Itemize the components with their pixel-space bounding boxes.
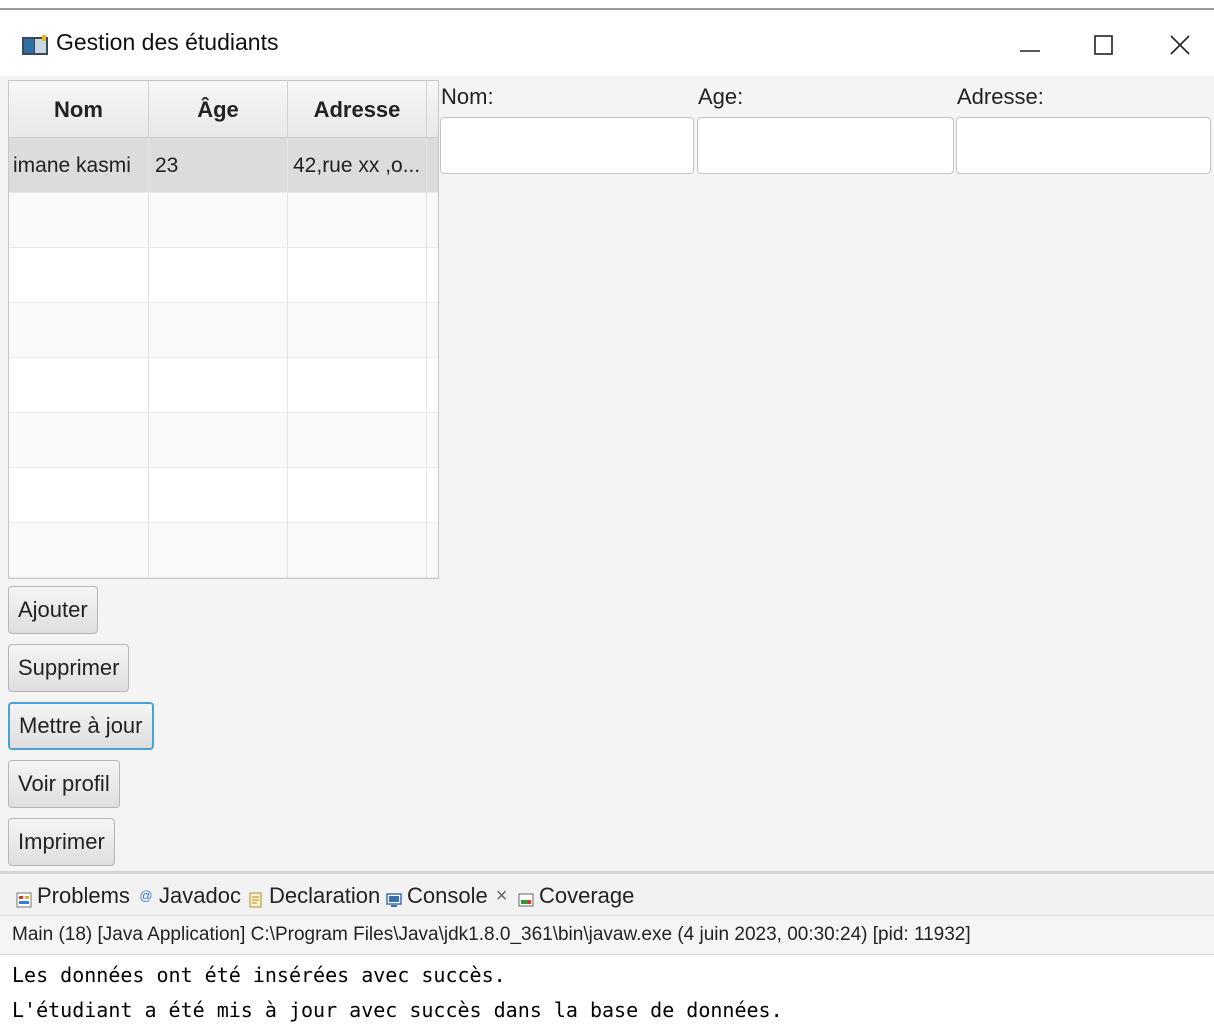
cell-empty bbox=[288, 248, 427, 303]
voir-profil-button[interactable]: Voir profil bbox=[8, 760, 120, 808]
table-row-empty bbox=[9, 523, 438, 578]
console-line: L'étudiant a été mis à jour avec succès … bbox=[12, 998, 783, 1022]
tab-problems[interactable]: Problems bbox=[16, 880, 130, 912]
table-row-empty bbox=[9, 413, 438, 468]
tab-coverage[interactable]: Coverage bbox=[518, 880, 634, 912]
cell-empty bbox=[149, 193, 288, 248]
window-titlebar: Gestion des étudiants bbox=[0, 12, 1214, 76]
cell-empty bbox=[9, 523, 149, 578]
mettre-a-jour-button[interactable]: Mettre à jour bbox=[8, 702, 154, 750]
tab-label: Problems bbox=[37, 883, 130, 908]
window-title: Gestion des étudiants bbox=[56, 29, 279, 55]
console-icon bbox=[386, 888, 402, 907]
tab-javadoc[interactable]: @ Javadoc bbox=[138, 880, 241, 912]
column-header-nom[interactable]: Nom bbox=[9, 81, 149, 138]
cell-empty bbox=[288, 193, 427, 248]
cell-empty bbox=[288, 413, 427, 468]
console-line: Les données ont été insérées avec succès… bbox=[12, 963, 506, 987]
declaration-icon bbox=[248, 888, 264, 908]
cell-empty bbox=[9, 468, 149, 523]
cell-empty bbox=[288, 303, 427, 358]
cell-adresse: 42,rue xx ,o... bbox=[288, 138, 427, 193]
tab-declaration[interactable]: Declaration bbox=[248, 880, 380, 912]
cell-nom: imane kasmi bbox=[9, 138, 149, 193]
cell-empty bbox=[9, 413, 149, 468]
column-header-filler bbox=[427, 81, 438, 138]
supprimer-button[interactable]: Supprimer bbox=[8, 644, 130, 692]
cell-empty bbox=[9, 303, 149, 358]
table-row-empty bbox=[9, 358, 438, 413]
ajouter-button[interactable]: Ajouter bbox=[8, 586, 98, 634]
nom-label: Nom: bbox=[441, 84, 494, 109]
console-output[interactable]: Les données ont été insérées avec succès… bbox=[0, 955, 1214, 1034]
minimize-button[interactable] bbox=[1007, 22, 1053, 68]
cell-empty bbox=[288, 523, 427, 578]
imprimer-button[interactable]: Imprimer bbox=[8, 818, 115, 866]
table-header: Nom Âge Adresse bbox=[9, 81, 438, 138]
top-border bbox=[0, 8, 1214, 10]
problems-icon bbox=[16, 888, 32, 908]
cell-empty bbox=[149, 248, 288, 303]
tab-label: Javadoc bbox=[159, 883, 241, 908]
cell-empty bbox=[149, 303, 288, 358]
age-label: Age: bbox=[698, 84, 744, 109]
maximize-icon bbox=[1094, 35, 1113, 55]
age-input[interactable] bbox=[697, 117, 954, 174]
adresse-label: Adresse: bbox=[957, 84, 1044, 109]
column-header-adresse[interactable]: Adresse bbox=[288, 81, 427, 138]
adresse-input[interactable] bbox=[956, 117, 1211, 174]
cell-filler bbox=[427, 138, 438, 193]
table-row-empty bbox=[9, 248, 438, 303]
table-row[interactable]: imane kasmi 23 42,rue xx ,o... bbox=[9, 138, 438, 193]
table-row-empty bbox=[9, 193, 438, 248]
cell-empty bbox=[9, 358, 149, 413]
close-tab-icon[interactable]: × bbox=[496, 885, 508, 908]
cell-empty bbox=[9, 248, 149, 303]
cell-empty bbox=[149, 468, 288, 523]
cell-empty bbox=[9, 193, 149, 248]
cell-empty bbox=[149, 358, 288, 413]
eclipse-view-tabs: Problems @ Javadoc Declaration Console ×… bbox=[0, 871, 1214, 915]
cell-empty bbox=[288, 358, 427, 413]
cell-age: 23 bbox=[149, 138, 288, 193]
table-row-empty bbox=[9, 303, 438, 358]
cell-empty bbox=[149, 413, 288, 468]
cell-empty bbox=[288, 468, 427, 523]
tab-label: Console bbox=[407, 883, 488, 908]
main-content: Nom Âge Adresse imane kasmi 23 42,rue xx… bbox=[0, 76, 1214, 871]
tab-label: Coverage bbox=[539, 883, 635, 908]
cell-empty bbox=[149, 523, 288, 578]
minimize-icon bbox=[1020, 50, 1040, 52]
console-process-header: Main (18) [Java Application] C:\Program … bbox=[0, 915, 1214, 955]
nom-input[interactable] bbox=[440, 117, 694, 174]
tab-label: Declaration bbox=[269, 883, 381, 908]
close-window-button[interactable] bbox=[1157, 22, 1203, 68]
column-header-age[interactable]: Âge bbox=[149, 81, 288, 138]
maximize-button[interactable] bbox=[1080, 22, 1126, 68]
coverage-icon bbox=[518, 888, 534, 907]
students-table[interactable]: Nom Âge Adresse imane kasmi 23 42,rue xx… bbox=[8, 80, 439, 579]
close-icon bbox=[1170, 35, 1190, 55]
tab-console[interactable]: Console × bbox=[386, 880, 507, 912]
table-row-empty bbox=[9, 468, 438, 523]
java-app-icon bbox=[22, 35, 48, 57]
javadoc-icon: @ bbox=[139, 888, 153, 903]
